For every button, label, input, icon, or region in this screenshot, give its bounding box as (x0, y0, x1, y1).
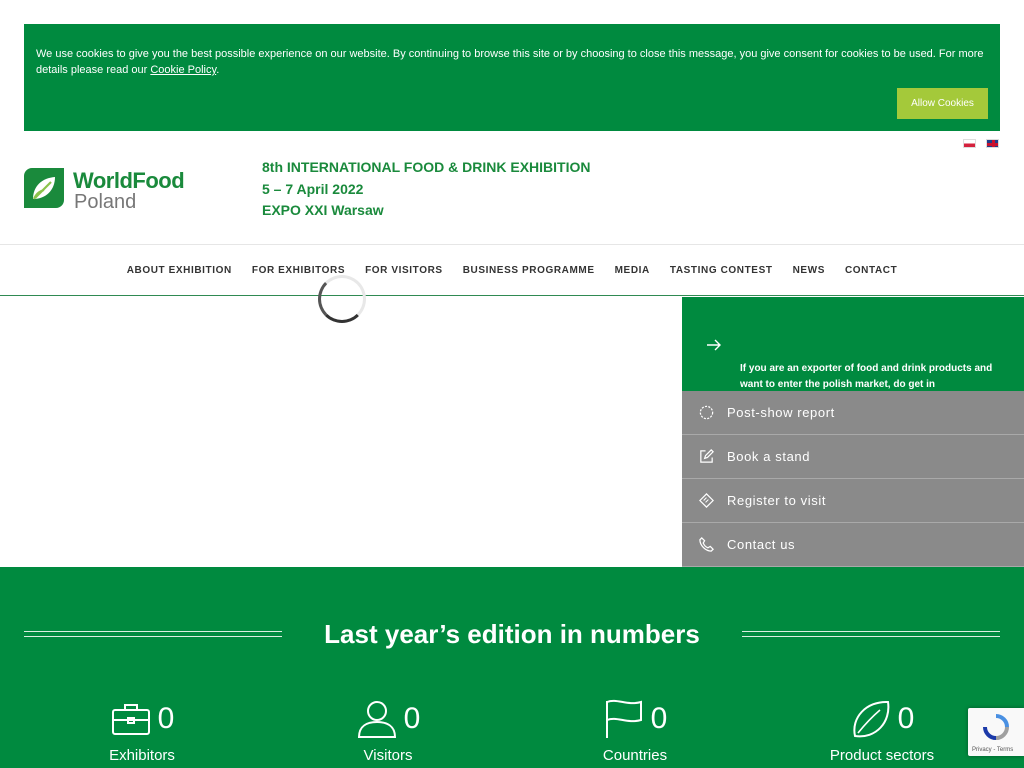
quick-link-label: Register to visit (727, 493, 827, 508)
recaptcha-icon (983, 714, 1009, 740)
nav-for-exhibitors[interactable]: FOR EXHIBITORS (242, 265, 355, 276)
stat-label: Visitors (363, 747, 413, 764)
ticket-icon (699, 493, 714, 508)
quick-link-label: Post-show report (727, 405, 835, 420)
logo-word-poland: Poland (74, 191, 137, 213)
leaf-logo-icon (24, 168, 64, 208)
logo-word-worldfood: WorldFood (73, 168, 185, 193)
stat-label: Product sectors (829, 747, 935, 764)
user-icon (357, 701, 396, 738)
cookie-policy-link[interactable]: Cookie Policy (150, 64, 216, 76)
nav-business-programme[interactable]: BUSINESS PROGRAMME (453, 265, 605, 276)
quick-link-register[interactable]: Register to visit (682, 479, 1024, 523)
quick-link-label: Contact us (727, 537, 796, 552)
nav-tasting-contest[interactable]: TASTING CONTEST (660, 265, 783, 276)
event-title: 8th INTERNATIONAL FOOD & DRINK EXHIBITIO… (262, 159, 591, 175)
divider-right (742, 631, 1000, 637)
stat-countries: 0 Countries (545, 697, 725, 764)
stat-label: Countries (602, 747, 668, 764)
event-info: 8th INTERNATIONAL FOOD & DRINK EXHIBITIO… (262, 157, 590, 222)
arrow-right-icon (707, 339, 721, 351)
english-flag-icon[interactable] (986, 139, 999, 148)
edit-icon (700, 449, 714, 463)
phone-icon (699, 537, 714, 552)
site-logo[interactable]: WorldFood Poland (24, 167, 185, 213)
allow-cookies-button[interactable]: Allow Cookies (897, 88, 988, 119)
report-icon (699, 405, 714, 420)
promo-text: If you are an exporter of food and drink… (740, 363, 993, 390)
polish-flag-icon[interactable] (963, 139, 976, 148)
stat-value: 0 (157, 702, 175, 735)
stat-product-sectors: 0 Product sectors (792, 697, 972, 764)
exporter-promo[interactable]: If you are an exporter of food and drink… (682, 297, 1024, 391)
nav-news[interactable]: NEWS (783, 265, 835, 276)
stat-value: 0 (897, 702, 915, 735)
stat-value: 0 (403, 702, 421, 735)
quick-link-contact[interactable]: Contact us (682, 523, 1024, 567)
quick-link-book-stand[interactable]: Book a stand (682, 435, 1024, 479)
nav-for-visitors[interactable]: FOR VISITORS (355, 265, 453, 276)
event-venue: EXPO XXI Warsaw (262, 202, 384, 218)
nav-contact[interactable]: CONTACT (835, 265, 907, 276)
quick-link-label: Book a stand (727, 449, 811, 464)
language-switcher (963, 139, 999, 148)
stat-label: Exhibitors (109, 747, 175, 764)
main-nav: ABOUT EXHIBITION FOR EXHIBITORS FOR VISI… (0, 244, 1024, 296)
stat-exhibitors: 0 Exhibitors (52, 697, 232, 764)
flag-icon (605, 699, 642, 738)
leaf-icon (853, 700, 890, 738)
event-dates: 5 – 7 April 2022 (262, 180, 364, 197)
stat-visitors: 0 Visitors (298, 697, 478, 764)
nav-about-exhibition[interactable]: ABOUT EXHIBITION (117, 265, 242, 276)
cookie-banner: We use cookies to give you the best poss… (24, 24, 1000, 131)
quick-link-post-show-report[interactable]: Post-show report (682, 391, 1024, 435)
stat-value: 0 (650, 702, 668, 735)
recaptcha-links[interactable]: Privacy - Terms (972, 747, 1013, 753)
cookie-message: We use cookies to give you the best poss… (36, 46, 986, 78)
loading-spinner-icon (318, 275, 366, 323)
stats-section: Last year’s edition in numbers 0 Exhibit… (0, 567, 1024, 768)
nav-media[interactable]: MEDIA (605, 265, 660, 276)
site-header: WorldFood Poland 8th INTERNATIONAL FOOD … (0, 131, 1024, 244)
hero-slider (0, 275, 682, 567)
recaptcha-badge[interactable]: Privacy - Terms (968, 708, 1024, 756)
cookie-text-end: . (216, 64, 220, 76)
briefcase-icon (111, 704, 150, 735)
quick-links: Post-show report Book a stand Register t… (682, 391, 1024, 567)
